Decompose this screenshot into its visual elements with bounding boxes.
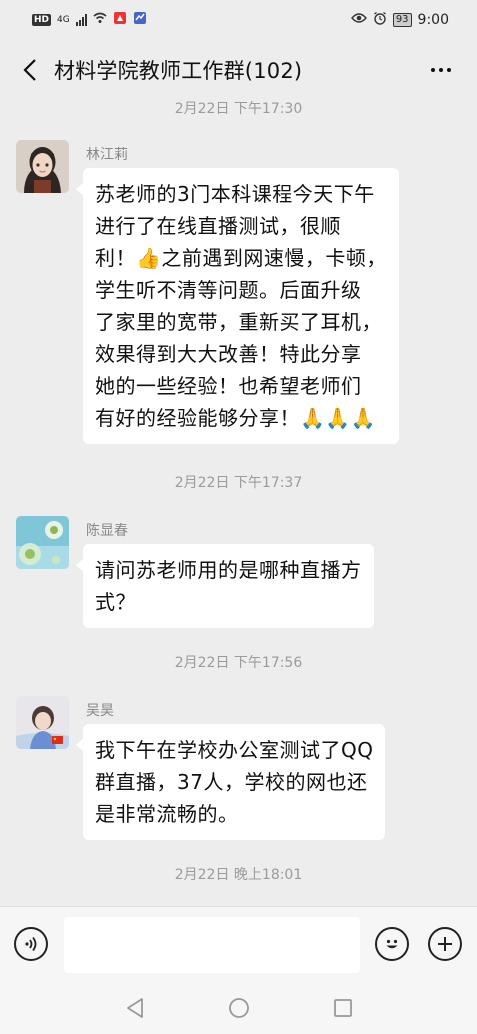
chat-header: 材料学院教师工作群(102) (0, 40, 477, 100)
message-line: 了家里的宽带，重新买了耳机， (95, 310, 382, 334)
message-input[interactable] (64, 917, 360, 973)
signal-icon (75, 14, 87, 26)
page-title: 材料学院教师工作群(102) (54, 59, 303, 83)
nav-home-icon (228, 998, 249, 1018)
message-line: 进行了在线直播测试，很顺 (95, 214, 341, 238)
chevron-left-icon (23, 59, 36, 81)
message-line: 我下午在学校办公室测试了QQ (95, 738, 374, 762)
message-line: 群直播，37人，学校的网也还 (95, 770, 368, 794)
message-list[interactable]: 2月22日 下午17:30 林江莉 苏老师的3门本科课程今天下午 进行了在线直播… (0, 100, 477, 906)
back-button[interactable] (16, 50, 44, 90)
nav-recents-button[interactable] (331, 996, 355, 1020)
message-line: 请问苏老师用的是哪种直播方 (95, 558, 362, 582)
message-line: 是非常流畅的。 (95, 802, 239, 826)
app-notification-icon (113, 11, 127, 29)
eye-icon (350, 12, 367, 28)
message-line: 效果得到大大改善！特此分享 (95, 342, 362, 366)
avatar[interactable] (16, 696, 69, 749)
sender-name: 林江莉 (86, 147, 128, 163)
input-bar (0, 906, 477, 982)
message-timestamp: 2月22日 下午17:56 (174, 655, 303, 671)
emoji-icon (386, 939, 398, 949)
nav-back-button[interactable] (123, 996, 147, 1020)
hd-badge: HD (32, 14, 52, 26)
message-line: 式？ (95, 590, 136, 614)
more-button[interactable] (421, 50, 461, 90)
status-right: 93 9:00 (350, 11, 449, 29)
message-bubble[interactable]: 苏老师的3门本科课程今天下午 进行了在线直播测试，很顺 利！👍之前遇到网速慢，卡… (76, 168, 399, 444)
status-bar: HD 4G 93 9:00 (0, 0, 477, 40)
voice-icon (25, 936, 37, 952)
plus-button[interactable] (428, 927, 462, 961)
sender-name: 陈显春 (86, 523, 128, 539)
avatar[interactable] (16, 516, 69, 569)
network-label: 4G (57, 15, 70, 25)
message-line: 有好的经验能够分享！🙏🙏🙏 (95, 406, 377, 430)
status-left: HD 4G (32, 11, 147, 29)
sender-name: 吴昊 (86, 703, 114, 719)
app-notification-icon-2 (133, 11, 147, 29)
emoji-button[interactable] (375, 927, 409, 961)
message-timestamp: 2月22日 下午17:37 (174, 475, 303, 491)
wifi-icon (93, 12, 107, 28)
message-timestamp: 2月22日 下午17:30 (174, 101, 303, 117)
message-bubble[interactable]: 我下午在学校办公室测试了QQ 群直播，37人，学校的网也还 是非常流畅的。 (75, 724, 386, 840)
battery-indicator: 93 (392, 13, 412, 27)
alarm-icon (373, 11, 387, 29)
message-timestamp: 2月22日 晚上18:01 (174, 867, 303, 883)
message-line: 利！👍之前遇到网速慢，卡顿， (95, 246, 387, 270)
avatar[interactable] (16, 140, 69, 193)
plus-icon (438, 937, 452, 951)
message-line: 她的一些经验！也希望老师们 (95, 374, 362, 398)
voice-button[interactable] (14, 927, 48, 961)
nav-home-button[interactable] (227, 996, 251, 1020)
clock-time: 9:00 (417, 12, 449, 28)
system-nav-bar (0, 982, 477, 1034)
more-dots-icon (431, 68, 435, 72)
message-line: 学生听不清等问题。后面升级 (95, 278, 362, 302)
nav-recents-icon (333, 999, 352, 1017)
nav-back-icon (126, 998, 143, 1018)
message-line: 苏老师的3门本科课程今天下午 (95, 182, 375, 206)
message-bubble[interactable]: 请问苏老师用的是哪种直播方 式？ (76, 544, 374, 628)
